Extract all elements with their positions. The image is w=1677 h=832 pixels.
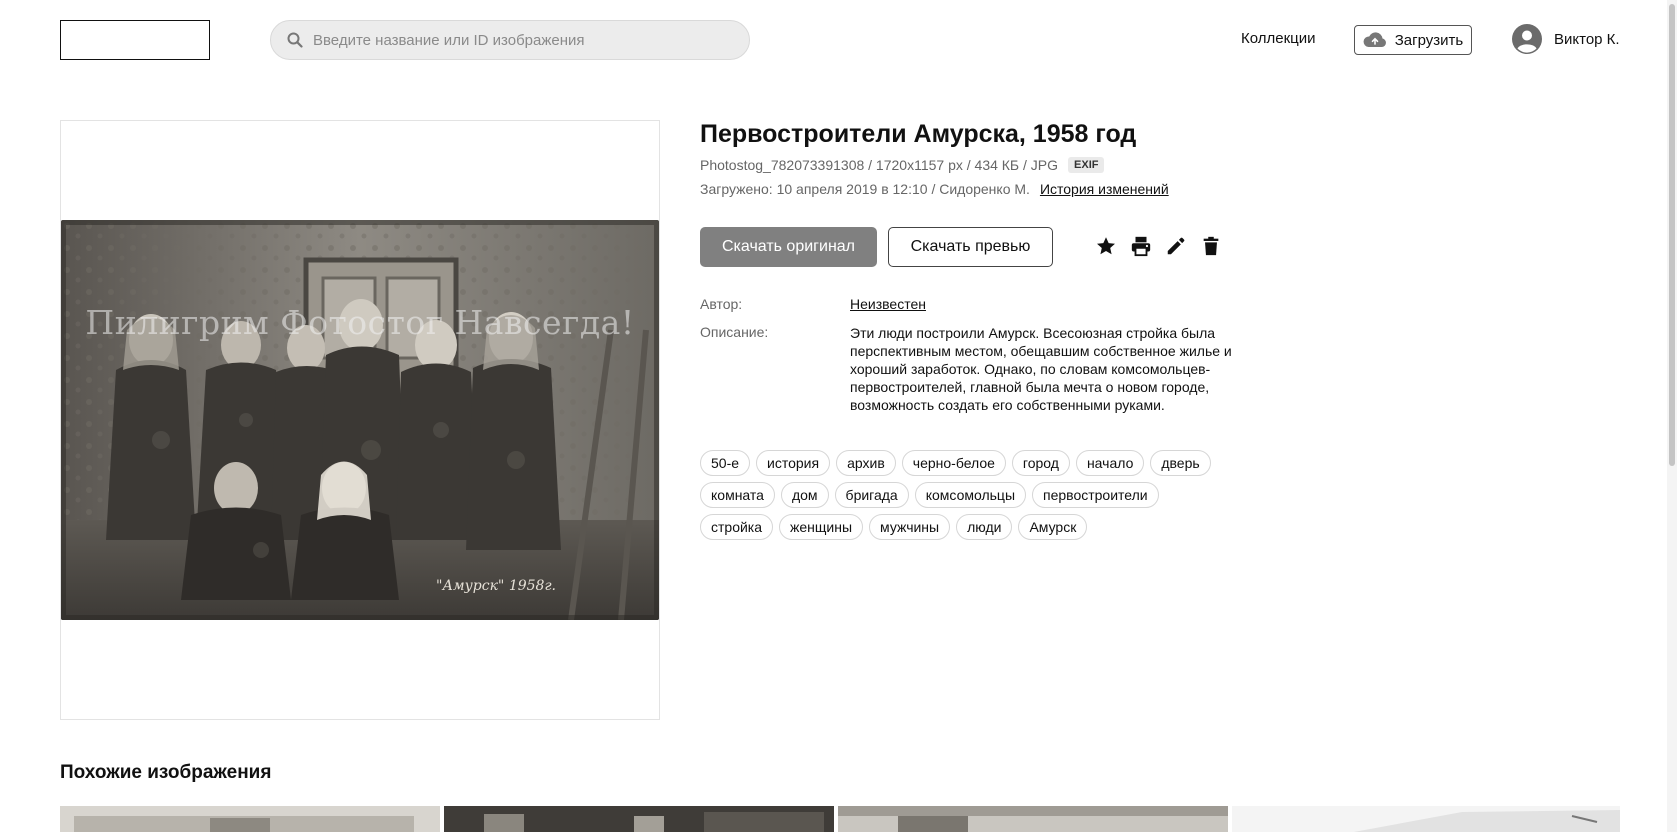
image-title: Первостроители Амурска, 1958 год: [700, 120, 1137, 148]
similar-thumbnail[interactable]: [1232, 806, 1620, 832]
download-original-button[interactable]: Скачать оригинал: [700, 227, 877, 267]
search-bar[interactable]: [270, 20, 750, 60]
trash-icon[interactable]: [1198, 233, 1223, 258]
upload-label: Загрузить: [1394, 31, 1464, 49]
download-preview-button[interactable]: Скачать превью: [888, 227, 1053, 267]
main-photo[interactable]: "Амурск" 1958г.: [61, 220, 659, 620]
author-link[interactable]: Неизвестен: [850, 296, 926, 312]
photo-illustration: "Амурск" 1958г.: [61, 220, 659, 620]
user-name: Виктор К.: [1554, 30, 1620, 48]
tag-chip[interactable]: дверь: [1150, 450, 1211, 476]
similar-images-strip: [60, 806, 1620, 832]
description-label: Описание:: [700, 324, 769, 340]
star-icon[interactable]: [1093, 233, 1118, 258]
tag-chip[interactable]: бригада: [834, 482, 909, 508]
action-toolbar: [1093, 233, 1223, 258]
similar-thumbnail[interactable]: [838, 806, 1228, 832]
tag-chip[interactable]: женщины: [779, 514, 864, 540]
tag-chip[interactable]: стройка: [700, 514, 774, 540]
similar-thumbnail[interactable]: [60, 806, 440, 832]
nav-collections-link[interactable]: Коллекции: [1241, 30, 1316, 47]
cloud-upload-icon: [1363, 32, 1386, 47]
page-scrollbar[interactable]: [1667, 0, 1677, 832]
search-icon: [287, 32, 303, 48]
exif-badge[interactable]: EXIF: [1068, 157, 1105, 173]
similar-images-heading: Похожие изображения: [60, 762, 272, 783]
avatar-icon: [1512, 24, 1542, 54]
tag-chip[interactable]: люди: [956, 514, 1013, 540]
tag-chip[interactable]: комната: [700, 482, 775, 508]
tag-chip[interactable]: черно-белое: [901, 450, 1006, 476]
uploaded-info: Загружено: 10 апреля 2019 в 12:10 / Сидо…: [700, 181, 1030, 197]
image-viewer: "Амурск" 1958г. Пилигрим Фотостог Навсег…: [60, 120, 660, 720]
user-menu[interactable]: Виктор К.: [1512, 24, 1620, 54]
tag-chip[interactable]: первостроители: [1032, 482, 1159, 508]
tag-chip[interactable]: город: [1011, 450, 1070, 476]
file-info: Photostog_782073391308 / 1720x1157 px / …: [700, 157, 1059, 173]
tag-chip[interactable]: 50-е: [700, 450, 751, 476]
tag-list: 50-е история архив черно-белое город нач…: [700, 450, 1220, 540]
logo-placeholder[interactable]: [60, 20, 210, 60]
tag-chip[interactable]: архив: [836, 450, 896, 476]
tag-chip[interactable]: дом: [780, 482, 829, 508]
description-text: Эти люди построили Амурск. Всесоюзная ст…: [850, 325, 1232, 413]
author-label: Автор:: [700, 296, 743, 312]
tag-chip[interactable]: Амурск: [1018, 514, 1088, 540]
pencil-icon[interactable]: [1163, 233, 1188, 258]
photo-handwritten-caption: "Амурск" 1958г.: [436, 578, 556, 594]
search-input[interactable]: [313, 31, 733, 49]
similar-thumbnail[interactable]: [444, 806, 834, 832]
tag-chip[interactable]: история: [756, 450, 831, 476]
watermark-text: Пилигрим Фотостог Навсегда!: [85, 303, 635, 342]
tag-chip[interactable]: комсомольцы: [914, 482, 1027, 508]
scrollbar-thumb[interactable]: [1669, 4, 1675, 466]
file-info-row: Photostog_782073391308 / 1720x1157 px / …: [700, 157, 1105, 173]
history-link[interactable]: История изменений: [1040, 181, 1169, 197]
tag-chip[interactable]: мужчины: [869, 514, 951, 540]
print-icon[interactable]: [1128, 233, 1153, 258]
tag-chip[interactable]: начало: [1075, 450, 1145, 476]
upload-button[interactable]: Загрузить: [1354, 25, 1472, 55]
upload-info-row: Загружено: 10 апреля 2019 в 12:10 / Сидо…: [700, 181, 1169, 197]
